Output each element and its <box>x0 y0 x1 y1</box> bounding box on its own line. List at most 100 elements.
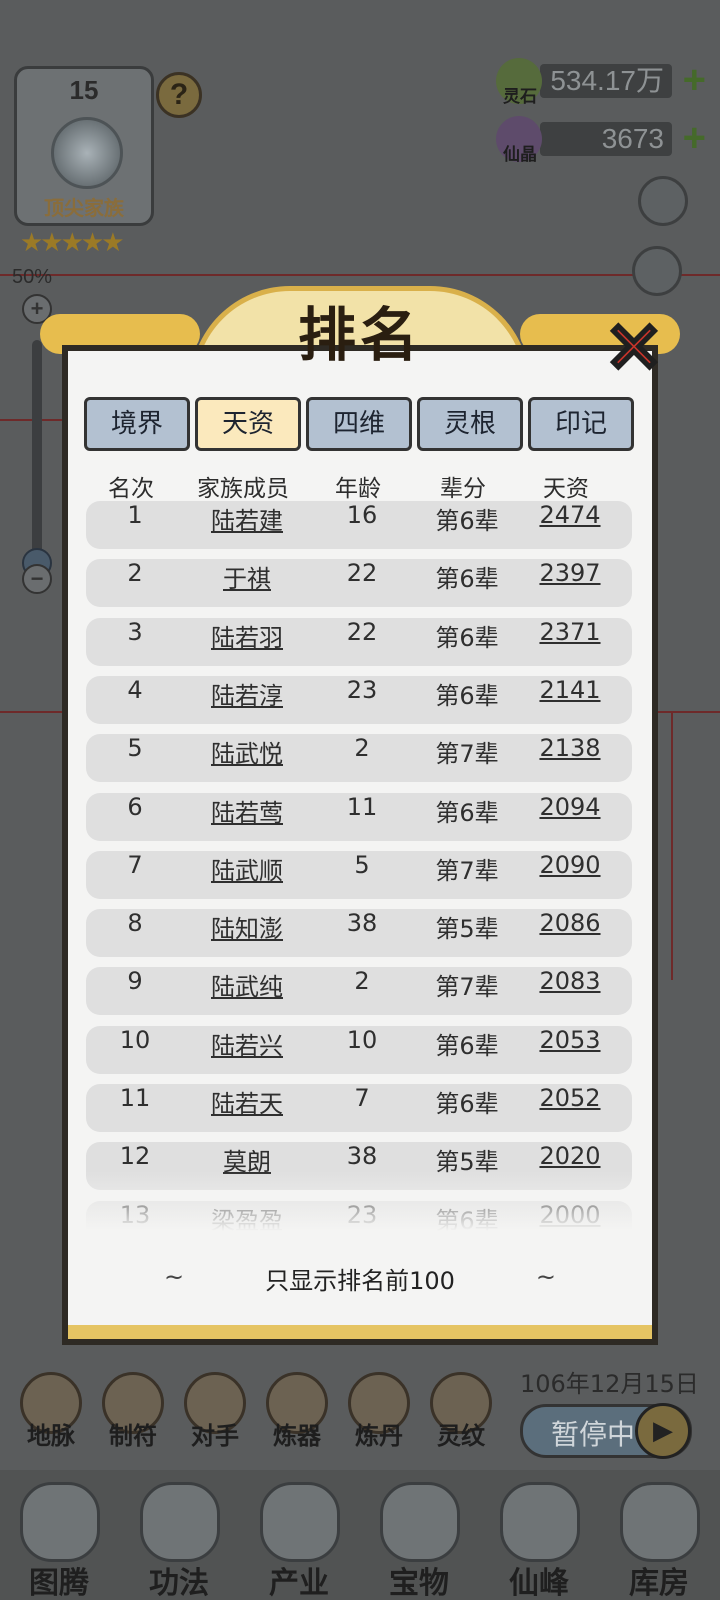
immortal-crystal-label: 仙晶 <box>503 145 537 165</box>
yin-yang-icon[interactable] <box>638 176 688 226</box>
cell-rank: 10 <box>119 1025 151 1054</box>
cell-generation: 第5辈 <box>435 915 499 944</box>
spirit-stone-label: 灵石 <box>503 87 537 107</box>
table-row[interactable]: 8 陆知澎 38 第5辈 2086 <box>86 909 632 958</box>
cell-member-name[interactable]: 陆若莺 <box>182 793 312 841</box>
spirit-stone-value: 534.17万 <box>540 64 672 98</box>
cell-rank: 9 <box>127 967 143 996</box>
family-totem-icon <box>51 117 123 189</box>
cell-aptitude[interactable]: 2094 <box>518 793 622 841</box>
cell-age: 38 <box>346 909 378 938</box>
cell-member-name[interactable]: 陆若天 <box>182 1084 312 1132</box>
cell-generation: 第6辈 <box>435 1090 499 1118</box>
table-row[interactable]: 3 陆若羽 22 第6辈 2371 <box>86 617 632 666</box>
cell-rank: 3 <box>127 617 143 646</box>
close-button[interactable]: ✕ <box>602 312 666 385</box>
pause-toggle[interactable]: 暂停中 ▶ <box>520 1403 692 1459</box>
table-row[interactable]: 1 陆若建 16 第6辈 2474 <box>86 501 632 549</box>
cell-age: 2 <box>354 734 370 763</box>
cell-member-name[interactable]: 陆若羽 <box>182 618 312 666</box>
cell-generation: 第6辈 <box>435 507 499 535</box>
cell-member-name[interactable]: 陆若淳 <box>182 676 312 724</box>
nav-industry[interactable]: 产业 <box>240 1476 358 1600</box>
tab-aptitude[interactable]: 天资 <box>195 397 301 451</box>
skill-alchemy[interactable]: 炼丹 <box>342 1372 416 1450</box>
cell-aptitude[interactable]: 2086 <box>518 909 622 957</box>
nav-immortal-peak[interactable]: 仙峰 <box>480 1476 598 1600</box>
cell-member-name[interactable]: 陆武纯 <box>182 967 312 1015</box>
cell-member-name[interactable]: 陆知澎 <box>182 909 312 957</box>
skill-label: 对手 <box>191 1422 239 1450</box>
skill-opponent[interactable]: 对手 <box>178 1372 252 1450</box>
nav-techniques[interactable]: 功法 <box>120 1476 238 1600</box>
nav-treasures[interactable]: 宝物 <box>360 1476 478 1600</box>
cell-aptitude[interactable]: 2053 <box>518 1026 622 1074</box>
cell-rank: 11 <box>119 1084 151 1112</box>
modal-bottom-border <box>68 1325 652 1339</box>
table-row[interactable]: 2 于祺 22 第6辈 2397 <box>86 559 632 608</box>
cell-generation: 第7辈 <box>435 740 499 769</box>
cell-member-name[interactable]: 陆若兴 <box>182 1026 312 1074</box>
currency-spirit-stone: 534.17万 灵石 + <box>496 58 706 107</box>
zoom-out-button[interactable]: − <box>22 564 52 594</box>
cell-age: 7 <box>354 1084 370 1112</box>
ranking-footer-note: 只显示排名前100 <box>265 1267 455 1295</box>
tab-spirit-root[interactable]: 灵根 <box>417 397 523 451</box>
add-immortal-crystal-button[interactable]: + <box>683 118 706 158</box>
cell-member-name[interactable]: 陆若建 <box>182 501 312 549</box>
table-row[interactable]: 5 陆武悦 2 第7辈 2138 <box>86 734 632 783</box>
column-header-member: 家族成员 <box>197 476 289 502</box>
cell-aptitude[interactable]: 2138 <box>518 734 622 782</box>
ranking-modal: 境界 天资 四维 灵根 印记 名次 家族成员 年龄 辈分 天资 1 陆若建 16 第6… <box>62 345 658 1345</box>
cell-member-name[interactable]: 陆武顺 <box>182 851 312 899</box>
table-row[interactable]: 9 陆武纯 2 第7辈 2083 <box>86 967 632 1016</box>
skill-label: 制符 <box>109 1422 157 1450</box>
nav-totem[interactable]: 图腾 <box>0 1476 118 1600</box>
cell-member-name[interactable]: 陆武悦 <box>182 734 312 782</box>
list-fade <box>82 1171 638 1231</box>
cell-rank: 5 <box>127 734 143 763</box>
skill-talisman[interactable]: 制符 <box>96 1372 170 1450</box>
help-button[interactable]: ? <box>156 72 202 118</box>
cell-generation: 第6辈 <box>435 1031 499 1060</box>
cell-aptitude[interactable]: 2371 <box>518 618 622 666</box>
skill-earth-vein[interactable]: 地脉 <box>14 1372 88 1450</box>
column-header-generation: 辈分 <box>440 476 486 502</box>
skill-artifact-refining[interactable]: 炼器 <box>260 1372 334 1450</box>
add-spirit-stone-button[interactable]: + <box>683 60 706 100</box>
totem-icon <box>20 1482 100 1562</box>
cell-aptitude[interactable]: 2141 <box>518 676 622 724</box>
nav-storehouse[interactable]: 库房 <box>600 1476 718 1600</box>
cell-aptitude[interactable]: 2397 <box>518 559 622 607</box>
family-stars: ★★★★★ <box>20 228 125 258</box>
cell-member-name[interactable]: 于祺 <box>182 559 312 607</box>
family-emblem[interactable]: 15 顶尖家族 <box>14 66 154 226</box>
cell-age: 2 <box>354 967 370 996</box>
immortal-crystal-value: 3673 <box>540 122 672 156</box>
cell-age: 10 <box>346 1025 378 1054</box>
cloud-swirl-right-icon: ~ <box>535 1263 556 1291</box>
tab-four-dimensions[interactable]: 四维 <box>306 397 412 451</box>
cell-aptitude[interactable]: 2083 <box>518 967 622 1015</box>
cell-aptitude[interactable]: 2052 <box>518 1084 622 1132</box>
ranking-list[interactable]: 1 陆若建 16 第6辈 2474 2 于祺 22 第6辈 2397 3 陆若羽 22 第6辈 2371 4 陆… <box>82 501 638 1231</box>
ranking-tabs: 境界 天资 四维 灵根 印记 <box>84 397 636 453</box>
tab-realm[interactable]: 境界 <box>84 397 190 451</box>
table-row[interactable]: 4 陆若淳 23 第6辈 2141 <box>86 675 632 724</box>
nav-label: 图腾 <box>29 1566 89 1600</box>
treasure-icon <box>380 1482 460 1562</box>
cell-rank: 7 <box>127 850 143 879</box>
table-row[interactable]: 6 陆若莺 11 第6辈 2094 <box>86 792 632 841</box>
table-row[interactable]: 7 陆武顺 5 第7辈 2090 <box>86 850 632 899</box>
cell-aptitude[interactable]: 2090 <box>518 851 622 899</box>
table-row[interactable]: 11 陆若天 7 第6辈 2052 <box>86 1084 632 1132</box>
tab-mark[interactable]: 印记 <box>528 397 634 451</box>
skill-spirit-pattern[interactable]: 灵纹 <box>424 1372 498 1450</box>
column-header-rank: 名次 <box>108 476 154 502</box>
cell-age: 23 <box>346 675 378 704</box>
table-row[interactable]: 10 陆若兴 10 第6辈 2053 <box>86 1025 632 1074</box>
play-icon[interactable]: ▶ <box>635 1403 691 1459</box>
flame-icon <box>140 1482 220 1562</box>
cell-generation: 第7辈 <box>435 973 499 1002</box>
cell-aptitude[interactable]: 2474 <box>518 501 622 549</box>
